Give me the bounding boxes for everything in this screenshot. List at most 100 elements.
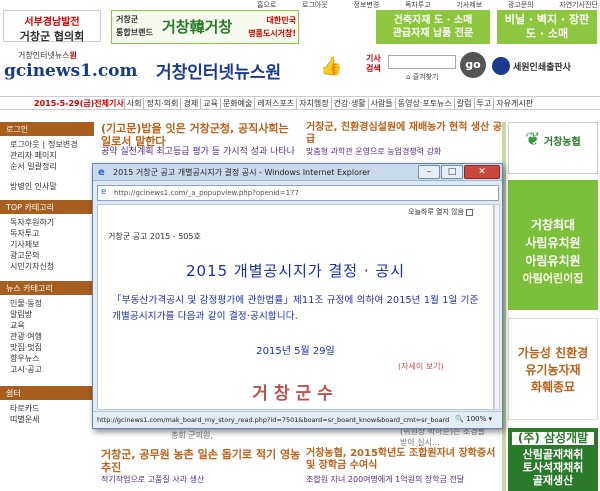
popup-address-bar[interactable]: e http://gcinews1.com/_a_popupview.php?o… [97,185,499,201]
banner-vinyl[interactable]: 비닐 · 벽지 · 장판 도 · 소매 [497,10,597,44]
ad-samsung[interactable]: (주) 삼성개발 산림골재채취 토사석재채취 골재생산 [508,428,598,491]
top-category-list: 독자후원하기 독자투고 기사제보 광고문의 시민기자신청 [0,214,94,275]
nav-item-admin[interactable]: 자치행정 [296,97,330,109]
ad-eco-line2: 유기농자재 [525,363,581,377]
ad-kinder-line1: 거창최대 [530,218,576,232]
site-logo[interactable]: 거창인터넷뉴스원 gcinews1.com [4,50,138,90]
popup-url: http://gcinews1.com/_a_popupview.php?ope… [114,189,299,197]
banner-construct-line1: 건축자재 도 · 소매 [393,15,473,26]
ad-farm[interactable]: ❦ 거창농협 [508,122,598,174]
notice-more-link[interactable]: (자세이 보기) [398,361,444,372]
search-input[interactable] [388,55,456,69]
banner-brand-logo: 거창韓거창 [162,18,233,36]
notice-date: 2015년 5월 29일 [256,346,335,357]
shelter-head: 쉼터 [0,386,94,400]
zoom-control[interactable]: 🔍 100% ▾ [455,415,492,423]
notice-number: 거창군 공고 2015 - 505호 [108,232,201,241]
print-logo-text: 세원인쇄출판사 [513,62,571,73]
banner-construct-line2: 관급자재 납품 전문 [392,28,474,39]
sidebar-item-contribute[interactable]: 독자투고 [10,228,84,239]
top-link-ad[interactable]: 광고문의 [506,0,536,10]
nav-item-society[interactable]: 사회 [123,97,144,109]
top-link-report[interactable]: 기사제보 [454,0,484,10]
nav-date: 2015-5-29(금) [34,98,95,108]
article-headline-1[interactable]: (기고문)밥을 잇은 거창군청, 공직사회는 일로서 말한다 [101,122,301,148]
nav-item-education[interactable]: 교육 [200,97,220,109]
article-headline-4[interactable]: 거창농협, 2015학년도 조합원자녀 장학증서 및 장학금 수여식 [306,448,502,472]
sidebar-item-sponsor[interactable]: 독자후원하기 [10,217,84,228]
admin-page-link[interactable]: 관리자 페이지 [10,150,84,161]
close-today-option[interactable]: 오늘하루 열지 않음 [408,207,473,217]
article-fragment-b: (위원장 박하준)는 조경들 받아 실시... [400,427,485,447]
top-link-home[interactable]: 홈으로 [255,0,278,10]
nav-item-people[interactable]: 사람들 [367,97,395,109]
banner-seobu[interactable]: 서부경남발전 거창군 협의회 [3,10,101,43]
site-logo-domain: gcinews1.com [4,61,138,81]
popup-scrollbar[interactable] [494,204,500,410]
sidebar-item-food[interactable]: 맛집·멋집 [10,342,84,353]
nav-item-culture[interactable]: 문화예술 [219,97,254,109]
sidebar-item-travel[interactable]: 관광·여행 [10,331,84,342]
magnifier-icon: 🔍 [455,415,464,423]
sidebar-item-notice[interactable]: 알림방 [10,309,84,320]
favorite-link[interactable]: ⌂ 즐겨찾기 [406,72,438,82]
popup-window: e 2015 거창군 공고 개별공시지가 결정 공시 - Windows Int… [92,163,503,429]
ad-kinder-line4: 아림어린이집 [522,272,584,285]
top-link-profile[interactable]: 정보변경 [351,0,381,10]
sidebar-item-people[interactable]: 인물·동정 [10,298,84,309]
ad-kindergarten[interactable]: 거창최대 사립유치원 아림유치원 아림어린이집 [508,180,598,310]
search-go-button[interactable]: go [460,52,486,78]
sidebar-item-ad[interactable]: 광고문의 [10,250,84,261]
ad-eco-line1: 가능성 친환경 [517,346,589,360]
top-link-contribute[interactable]: 독자투고 [403,0,433,10]
greeting-link[interactable]: 방병인 인사말 [10,181,84,192]
nav-item-video[interactable]: 동영상·포토뉴스 [394,97,454,109]
close-button[interactable]: ✕ [464,165,500,179]
banner-brand-right2: 명품도시거창! [248,29,296,38]
minimize-button[interactable]: – [418,165,440,179]
top-link-diagnosis[interactable]: 자연기사진단 [557,0,600,10]
print-shop-logo[interactable]: 세원인쇄출판사 [492,57,597,79]
nav-item-sports[interactable]: 레저스포츠 [254,97,296,109]
shelter-list: 타로카드 띠별운세 [0,400,94,428]
nav-all-articles[interactable]: 전체기사 [94,98,123,109]
order-arrange-link[interactable]: 순서 일괄정리 [10,161,84,172]
ad-farm-text: 거창농협 [543,137,581,148]
window-controls: – □ ✕ [418,165,500,179]
article-headline-3[interactable]: 거창군, 공무원 농촌 일손 돕기로 적기 영농 추진 [101,448,301,474]
sidebar-item-hometown[interactable]: 향우뉴스 [10,353,84,364]
status-url: http://gcinews1.com/mak_board_my_story_r… [97,416,450,424]
profile-link[interactable]: 정보변경 [48,139,77,150]
top-link-logout[interactable]: 로그아웃 [300,0,330,10]
banner-brand[interactable]: 거창군 통합브랜드 거창韓거창 대한민국 명품도시거창! [111,10,299,44]
sidebar-item-citizen-reporter[interactable]: 시민기자신청 [10,261,84,272]
ad-eco[interactable]: 가능성 친환경 유기농자재 화훼종묘 [508,318,598,420]
nav-item-economy[interactable]: 경제 [180,97,200,109]
nav-item-column[interactable]: 칼럼 [453,97,474,109]
article-fragment-a: 총회 군의원, [171,431,213,440]
site-logo-small: 거창인터넷뉴스원 [18,51,77,60]
nav-item-politics[interactable]: 정치·의회 [143,97,180,109]
nav-item-board[interactable]: 자유게시판 [493,97,535,109]
logout-link[interactable]: 로그아웃 [10,139,39,150]
search-label: 기사 검색 [366,54,381,73]
site-title: 거창인터넷뉴스원 [156,63,282,83]
article-sub-2: 맞춤형 과학관 운영으로 농업경쟁력 강화 [306,147,442,156]
sidebar-item-report[interactable]: 기사제보 [10,239,84,250]
sidebar-item-announcement[interactable]: 고시·공고 [10,364,84,375]
page-icon: e [101,187,107,197]
sidebar-item-education[interactable]: 교육 [10,320,84,331]
banner-brand-left2: 통합브랜드 [116,28,153,37]
article-headline-2[interactable]: 거창군, 친환경심설원에 재배농가 현적 생산 공급 [306,122,502,146]
nav-item-health[interactable]: 건강·생활 [330,97,368,109]
sidebar-item-fortune[interactable]: 띠별운세 [10,414,84,425]
ad-samsung-line3: 토사석재채취 [522,461,584,474]
popup-titlebar[interactable]: e 2015 거창군 공고 개별공시지가 결정 공시 - Windows Int… [93,164,502,181]
maximize-button[interactable]: □ [441,165,463,179]
nav-item-contribution[interactable]: 투고 [473,97,494,109]
close-today-checkbox[interactable] [466,208,473,216]
popup-title: 2015 거창군 공고 개별공시지가 결정 공시 - Windows Inter… [113,168,371,177]
leaf-icon: ❦ [525,129,541,150]
sidebar-item-tarot[interactable]: 타로카드 [10,403,84,414]
banner-construct[interactable]: 건축자재 도 · 소매 관급자재 납품 전문 [376,10,490,44]
